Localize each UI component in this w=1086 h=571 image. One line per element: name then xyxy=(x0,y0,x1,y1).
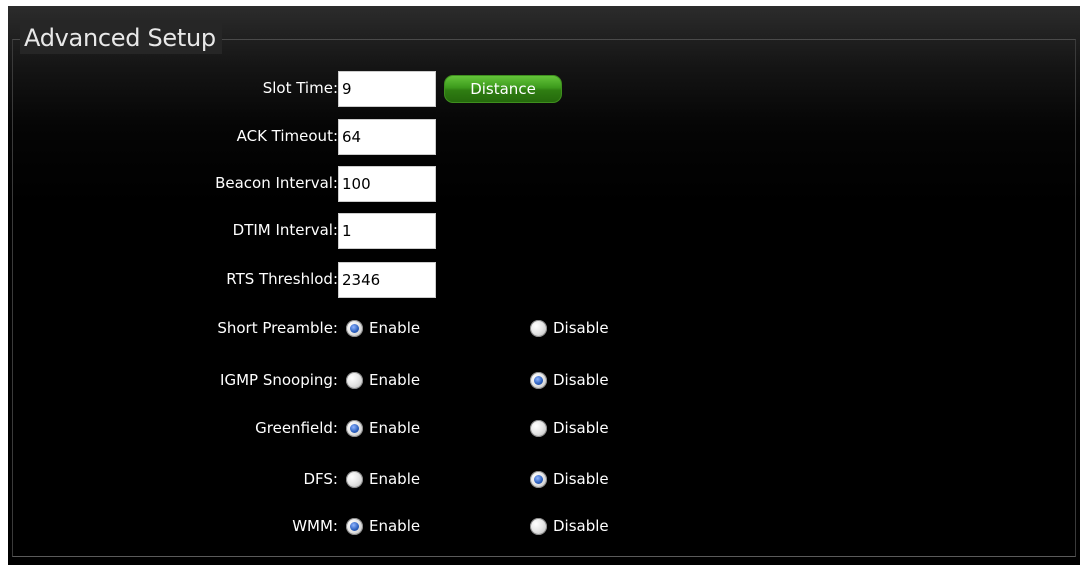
igmp-snooping-enable-option[interactable]: Enable xyxy=(346,361,420,399)
greenfield-label: Greenfield: xyxy=(255,419,338,437)
ack-timeout-row: ACK Timeout: xyxy=(8,117,1080,155)
igmp-snooping-disable-radio[interactable] xyxy=(530,371,547,389)
enable-label: Enable xyxy=(369,517,421,535)
slot-time-row: Slot Time: Distance xyxy=(8,69,1080,107)
rts-threshold-input[interactable] xyxy=(338,262,436,298)
rts-threshold-label: RTS Threshlod: xyxy=(226,270,338,288)
wmm-disable-option[interactable]: Disable xyxy=(530,507,609,545)
igmp-snooping-enable-radio[interactable] xyxy=(346,371,363,389)
ack-timeout-input[interactable] xyxy=(338,119,436,155)
igmp-snooping-row: IGMP Snooping: Enable Disable xyxy=(8,361,1080,399)
dtim-interval-input[interactable] xyxy=(338,213,436,249)
slot-time-input[interactable] xyxy=(338,71,436,107)
short-preamble-disable-option[interactable]: Disable xyxy=(530,309,609,347)
disable-label: Disable xyxy=(553,371,609,389)
short-preamble-row: Short Preamble: Enable Disable xyxy=(8,309,1080,347)
greenfield-disable-radio[interactable] xyxy=(530,419,547,437)
dfs-enable-option[interactable]: Enable xyxy=(346,460,420,498)
disable-label: Disable xyxy=(553,319,609,337)
beacon-interval-row: Beacon Interval: xyxy=(8,164,1080,202)
dtim-interval-row: DTIM Interval: xyxy=(8,211,1080,249)
enable-label: Enable xyxy=(369,371,421,389)
greenfield-enable-option[interactable]: Enable xyxy=(346,409,420,447)
wmm-disable-radio[interactable] xyxy=(530,517,547,535)
slot-time-label: Slot Time: xyxy=(262,79,338,97)
beacon-interval-label: Beacon Interval: xyxy=(215,174,338,192)
dtim-interval-label: DTIM Interval: xyxy=(232,221,338,239)
dfs-enable-radio[interactable] xyxy=(346,470,363,488)
section-title: Advanced Setup xyxy=(20,22,222,54)
disable-label: Disable xyxy=(553,419,609,437)
advanced-setup-panel: Advanced Setup Slot Time: Distance ACK T… xyxy=(8,6,1080,565)
wmm-row: WMM: Enable Disable xyxy=(8,507,1080,545)
disable-label: Disable xyxy=(553,517,609,535)
igmp-snooping-label: IGMP Snooping: xyxy=(220,371,338,389)
distance-button[interactable]: Distance xyxy=(444,75,562,103)
dfs-row: DFS: Enable Disable xyxy=(8,460,1080,498)
enable-label: Enable xyxy=(369,470,421,488)
greenfield-disable-option[interactable]: Disable xyxy=(530,409,609,447)
short-preamble-disable-radio[interactable] xyxy=(530,319,547,337)
enable-label: Enable xyxy=(369,419,421,437)
greenfield-enable-radio[interactable] xyxy=(346,419,363,437)
dfs-disable-radio[interactable] xyxy=(530,470,547,488)
beacon-interval-input[interactable] xyxy=(338,166,436,202)
wmm-label: WMM: xyxy=(292,517,338,535)
greenfield-row: Greenfield: Enable Disable xyxy=(8,409,1080,447)
ack-timeout-label: ACK Timeout: xyxy=(236,127,338,145)
igmp-snooping-disable-option[interactable]: Disable xyxy=(530,361,609,399)
disable-label: Disable xyxy=(553,470,609,488)
short-preamble-enable-option[interactable]: Enable xyxy=(346,309,420,347)
short-preamble-label: Short Preamble: xyxy=(217,319,338,337)
enable-label: Enable xyxy=(369,319,421,337)
dfs-disable-option[interactable]: Disable xyxy=(530,460,609,498)
short-preamble-enable-radio[interactable] xyxy=(346,319,363,337)
wmm-enable-option[interactable]: Enable xyxy=(346,507,420,545)
rts-threshold-row: RTS Threshlod: xyxy=(8,260,1080,298)
wmm-enable-radio[interactable] xyxy=(346,517,363,535)
dfs-label: DFS: xyxy=(303,470,339,488)
